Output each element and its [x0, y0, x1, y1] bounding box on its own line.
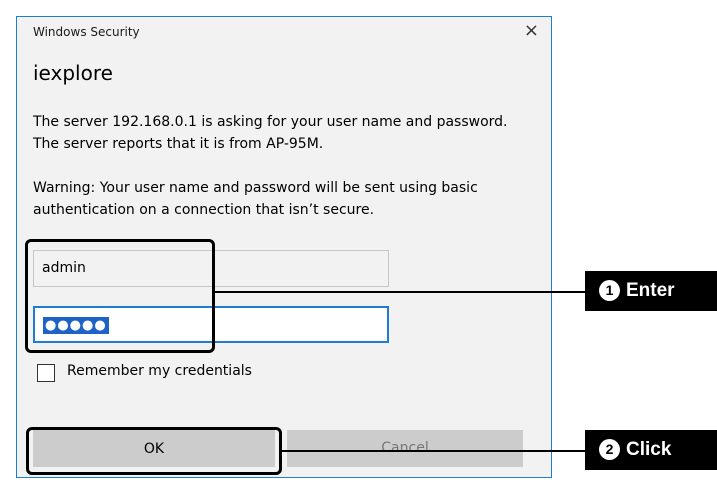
close-icon[interactable]: ×	[524, 20, 539, 41]
remember-label: Remember my credentials	[67, 363, 252, 379]
step-number-1: 1	[599, 280, 620, 301]
password-value: ●●●●●	[43, 317, 109, 334]
cancel-button[interactable]: Cancel	[287, 430, 523, 467]
ok-button[interactable]: OK	[33, 430, 275, 467]
dialog-heading: iexplore	[33, 61, 113, 85]
enter-leader-line	[215, 291, 585, 293]
server-message: The server 192.168.0.1 is asking for you…	[33, 114, 508, 152]
click-leader-line	[282, 450, 585, 452]
enter-callout: 1 Enter	[585, 271, 717, 311]
click-callout: 2 Click	[585, 430, 717, 470]
step-number-2: 2	[599, 439, 620, 460]
window-title: Windows Security	[33, 25, 140, 39]
security-dialog: Windows Security × iexplore The server 1…	[16, 16, 552, 478]
username-field[interactable]: admin	[33, 250, 389, 287]
password-field[interactable]: ●●●●●	[33, 306, 389, 343]
warning-message: Warning: Your user name and password wil…	[33, 180, 478, 218]
remember-checkbox[interactable]	[37, 364, 55, 382]
click-callout-label: Click	[626, 439, 672, 460]
enter-callout-label: Enter	[626, 280, 675, 301]
